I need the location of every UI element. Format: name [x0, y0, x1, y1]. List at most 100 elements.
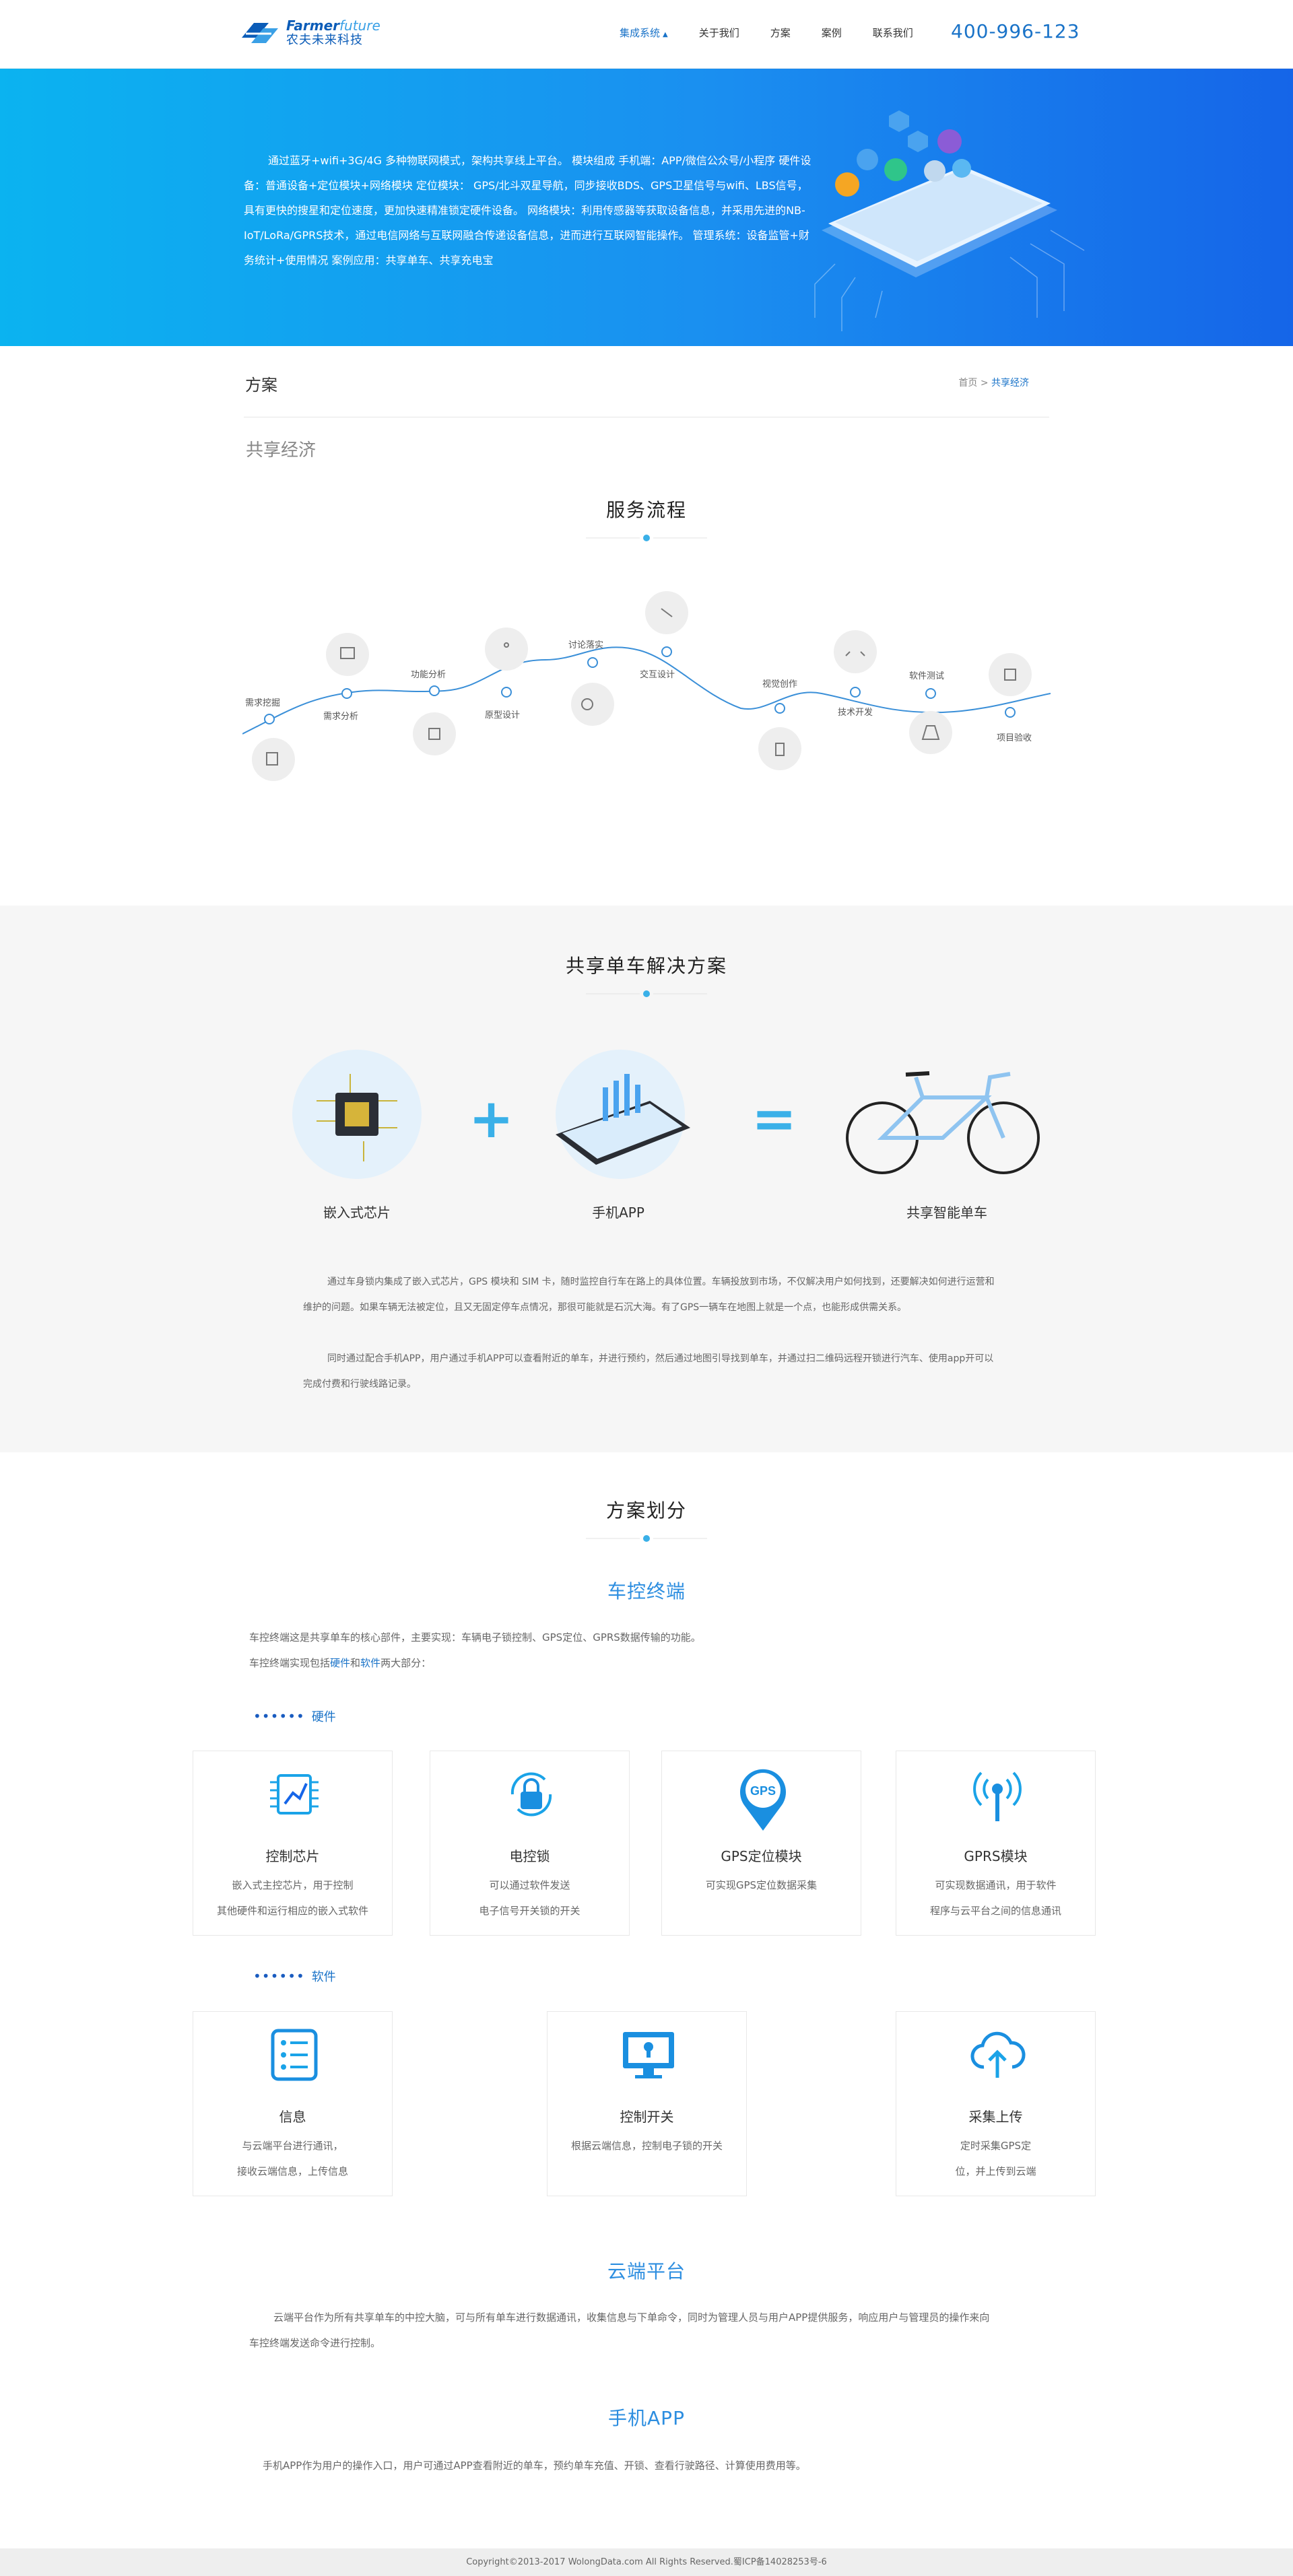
plan-title: 方案划分 — [605, 1499, 687, 1522]
flow-step-label: 需求挖掘 — [245, 698, 280, 708]
main-nav: 集成系统 ▲ 关于我们 方案 案例 联系我们 — [620, 26, 944, 40]
app-title: 手机APP — [608, 2407, 685, 2429]
equals-sign: = — [752, 1087, 797, 1150]
banner-text: 通过蓝牙+wifi+3G/4G 多种物联网模式，架构共享线上平台。 模块组成 手… — [244, 154, 811, 267]
flow-point — [661, 646, 672, 657]
title-divider — [586, 1535, 707, 1542]
title-divider — [586, 990, 707, 997]
caret-up-icon: ▲ — [663, 31, 668, 38]
site-header: Farmerfuture 农夫未来科技 集成系统 ▲ 关于我们 方案 案例 联系我… — [0, 0, 1293, 69]
card-desc: 定时采集GPS定 位，并上传到云端 — [955, 2140, 1036, 2177]
gps-pin-icon: GPS — [740, 1769, 786, 1831]
card-desc: 可实现数据通讯，用于软件 程序与云平台之间的信息通讯 — [929, 1879, 1061, 1917]
logo-cn: 农夫未来科技 — [286, 33, 363, 47]
solution-paragraph-1: 通过车身锁内集成了嵌入式芯片，GPS 模块和 SIM 卡，随时监控自行车在路上的… — [303, 1277, 995, 1313]
logo-icon — [242, 23, 278, 43]
nav-item-about[interactable]: 关于我们 — [699, 26, 739, 40]
terminal-line-2: 车控终端实现包括硬件和软件两大部分： — [249, 1657, 432, 1669]
solution-item-bike: 共享智能单车 — [906, 1205, 987, 1221]
card-collect-upload: 采集上传 定时采集GPS定 位，并上传到云端 — [896, 2011, 1096, 2196]
list-icon — [271, 2029, 318, 2081]
nav-item-cases[interactable]: 案例 — [822, 26, 842, 40]
flow-point — [501, 687, 512, 698]
card-title: GPS定位模块 — [721, 1848, 802, 1864]
card-title: 信息 — [279, 2109, 306, 2125]
card-title: 电控锁 — [509, 1848, 550, 1864]
flow-point — [429, 685, 440, 696]
nav-item-system[interactable]: 集成系统 ▲ — [620, 26, 668, 40]
card-desc: 可实现GPS定位数据采集 — [705, 1879, 818, 1891]
flow-point — [850, 687, 861, 698]
solution-paragraph-2: 同时通过配合手机APP，用户通过手机APP可以查看附近的单车，并进行预约，然后通… — [303, 1353, 994, 1390]
breadcrumb: 方案 首页 > 共享经济 — [244, 346, 1049, 417]
card-title: GPRS模块 — [964, 1848, 1028, 1864]
footer: Copyright©2013-2017 WolongData.com All R… — [0, 2548, 1293, 2576]
card-electric-lock: 电控锁 可以通过软件发送 电子信号开关锁的开关 — [430, 1751, 630, 1936]
breadcrumb-sep: > — [980, 378, 989, 388]
page-title: 方案 — [245, 376, 277, 395]
flow-step-label: 视觉创作 — [762, 679, 797, 689]
logo[interactable]: Farmerfuture 农夫未来科技 — [239, 18, 380, 48]
nav-item-solution[interactable]: 方案 — [770, 26, 791, 40]
breadcrumb-current[interactable]: 共享经济 — [991, 378, 1029, 388]
hardware-tag: •••••• 硬件 — [253, 1708, 336, 1724]
logo-en: Farmerfuture — [286, 18, 380, 34]
chip-illustration — [292, 1050, 422, 1179]
title-divider — [586, 535, 707, 541]
page: Farmerfuture 农夫未来科技 集成系统 ▲ 关于我们 方案 案例 联系我… — [0, 0, 1293, 2576]
solution-item-app: 手机APP — [592, 1205, 644, 1221]
card-title: 控制芯片 — [265, 1848, 320, 1864]
terminal-title: 车控终端 — [607, 1580, 686, 1602]
flow-step-label: 功能分析 — [411, 669, 446, 679]
flow-point — [587, 657, 598, 668]
flow-step-label: 软件测试 — [909, 671, 944, 681]
card-title: 控制开关 — [620, 2109, 674, 2125]
breadcrumb-links: 首页 > 共享经济 — [958, 376, 1029, 389]
flow-point — [774, 703, 785, 714]
flow-title: 服务流程 — [605, 499, 687, 521]
bike-solution-section: 共享单车解决方案 嵌入式芯片 + 手机APP = 共享智能单车 通过车身锁内集成… — [0, 906, 1293, 1452]
plus-sign: + — [469, 1087, 515, 1150]
breadcrumb-home[interactable]: 首页 — [958, 378, 977, 388]
card-gprs-module: GPRS模块 可实现数据通讯，用于软件 程序与云平台之间的信息通讯 — [896, 1751, 1096, 1936]
banner: 通过蓝牙+wifi+3G/4G 多种物联网模式，架构共享线上平台。 模块组成 手… — [0, 69, 1293, 346]
section-subtitle: 共享经济 — [246, 440, 317, 461]
flow-step-label: 技术开发 — [838, 707, 873, 717]
flow-step-label: 交互设计 — [640, 669, 675, 679]
flow-point — [1005, 707, 1016, 718]
antenna-icon — [973, 1771, 1022, 1821]
card-desc: 根据云端信息，控制电子锁的开关 — [570, 2140, 723, 2152]
flow-point — [264, 714, 275, 724]
software-tag: •••••• 软件 — [253, 1968, 336, 1984]
cloud-text: 云端平台作为所有共享单车的中控大脑，可与所有单车进行数据通讯，收集信息与下单命令… — [249, 2311, 990, 2349]
card-desc: 可以通过软件发送 电子信号开关锁的开关 — [479, 1879, 581, 1917]
monitor-lock-icon — [623, 2032, 674, 2078]
hotline: 400-996-123 — [951, 20, 1080, 42]
flow-point — [925, 688, 936, 699]
nav-item-contact[interactable]: 联系我们 — [873, 26, 913, 40]
card-info: 信息 与云端平台进行通讯， 接收云端信息，上传信息 — [193, 2011, 393, 2196]
card-desc: 嵌入式主控芯片，用于控制 其他硬件和运行相应的嵌入式软件 — [216, 1879, 368, 1917]
flow-step-label: 原型设计 — [485, 710, 520, 720]
tablet-illustration — [808, 96, 1085, 331]
cloud-title: 云端平台 — [607, 2260, 686, 2282]
flow-point — [341, 688, 352, 699]
card-control-chip: 控制芯片 嵌入式主控芯片，用于控制 其他硬件和运行相应的嵌入式软件 — [193, 1751, 393, 1936]
flow-step-label: 需求分析 — [323, 711, 358, 721]
service-flow: 需求挖掘需求分析 功能分析原型设计 讨论落实交互设计视觉创作技术开发 软件测试项目验收 — [242, 591, 1051, 781]
flow-step-label: 讨论落实 — [568, 640, 603, 650]
card-control-switch: 控制开关 根据云端信息，控制电子锁的开关 — [547, 2011, 747, 2196]
chip-icon — [270, 1774, 319, 1815]
bike-illustration — [846, 1071, 1040, 1174]
terminal-line-1: 车控终端这是共享单车的核心部件，主要实现：车辆电子锁控制、GPS定位、GPRS数… — [249, 1631, 701, 1643]
flow-icons — [252, 591, 1032, 781]
svg-text:GPS: GPS — [750, 1784, 776, 1798]
lock-icon — [510, 1772, 552, 1817]
cloud-upload-icon — [970, 2031, 1026, 2078]
phone-app-illustration — [556, 1050, 690, 1179]
app-text: 手机APP作为用户的操作入口，用户可通过APP查看附近的单车，预约单车充值、开锁… — [263, 2460, 806, 2472]
flow-step-label: 项目验收 — [997, 733, 1032, 743]
card-gps-module: GPS GPS定位模块 可实现GPS定位数据采集 — [661, 1751, 861, 1936]
card-title: 采集上传 — [968, 2109, 1023, 2125]
solution-item-chip: 嵌入式芯片 — [323, 1205, 391, 1221]
